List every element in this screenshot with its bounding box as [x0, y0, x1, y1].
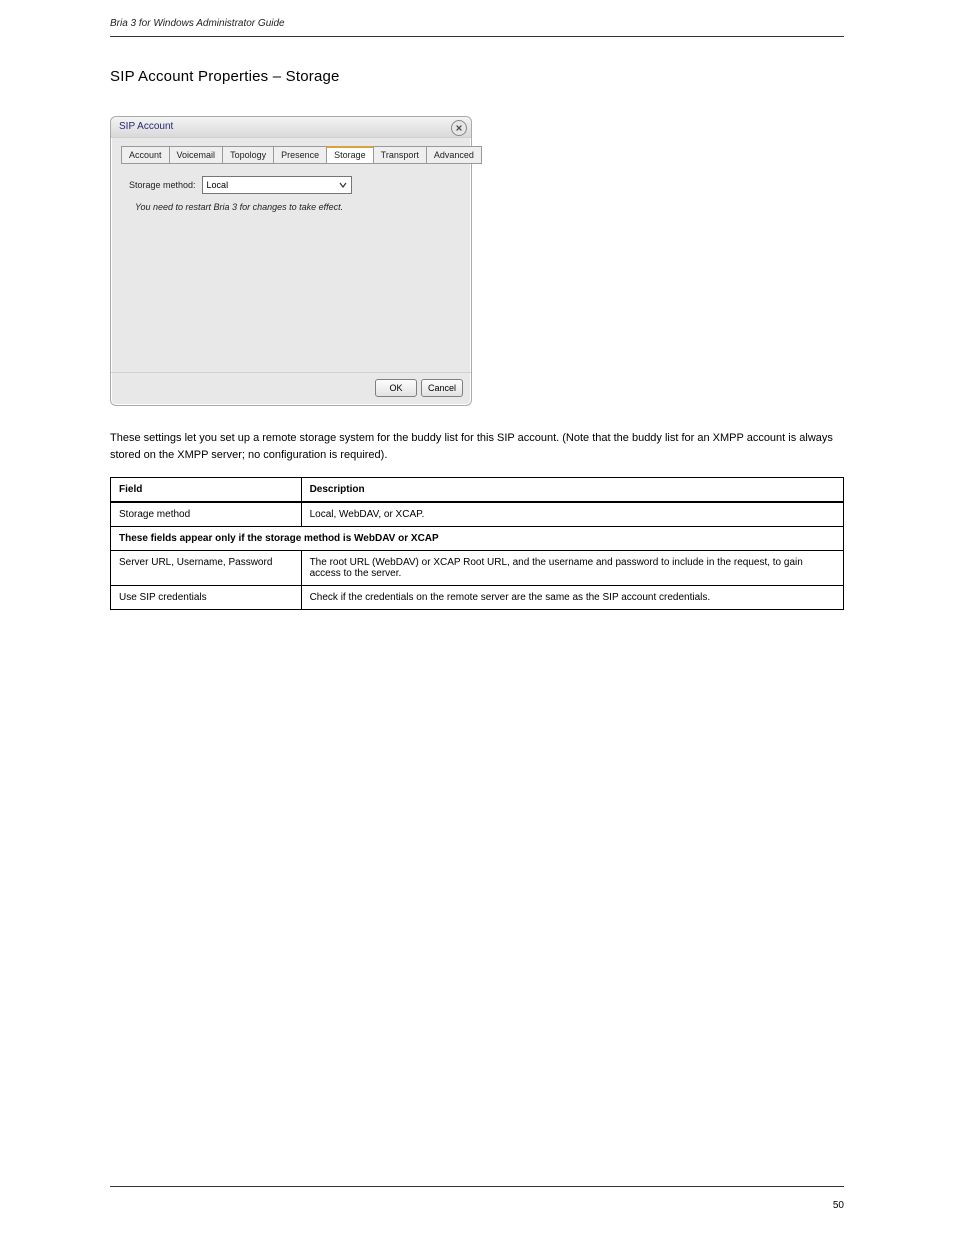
- cell-desc: Check if the credentials on the remote s…: [301, 586, 843, 610]
- tab-presence[interactable]: Presence: [273, 146, 327, 164]
- cell-desc: Local, WebDAV, or XCAP.: [301, 502, 843, 527]
- storage-method-label: Storage method:: [129, 180, 196, 190]
- cancel-button[interactable]: Cancel: [421, 379, 463, 397]
- page-number: 50: [110, 1200, 844, 1211]
- tab-topology[interactable]: Topology: [222, 146, 274, 164]
- cell-field: Storage method: [111, 502, 302, 527]
- intro-paragraph: These settings let you set up a remote s…: [110, 430, 844, 463]
- footer-rule: [110, 1186, 844, 1187]
- cell-field: Server URL, Username, Password: [111, 551, 302, 586]
- tab-storage[interactable]: Storage: [326, 146, 374, 164]
- tab-advanced[interactable]: Advanced: [426, 146, 482, 164]
- tab-voicemail[interactable]: Voicemail: [169, 146, 224, 164]
- cell-section: These fields appear only if the storage …: [111, 527, 844, 551]
- sip-account-dialog: SIP Account Account Voicemail Topology P…: [110, 116, 472, 406]
- storage-method-select[interactable]: Local: [202, 176, 352, 194]
- dialog-tabs: Account Voicemail Topology Presence Stor…: [121, 146, 461, 164]
- fields-table: Field Description Storage method Local, …: [110, 477, 844, 610]
- header-rule: [110, 36, 844, 37]
- table-row: Use SIP credentials Check if the credent…: [111, 586, 844, 610]
- th-field: Field: [111, 478, 302, 503]
- table-row: Server URL, Username, Password The root …: [111, 551, 844, 586]
- tab-account[interactable]: Account: [121, 146, 170, 164]
- cell-desc: The root URL (WebDAV) or XCAP Root URL, …: [301, 551, 843, 586]
- restart-hint: You need to restart Bria 3 for changes t…: [135, 202, 447, 212]
- section-heading: SIP Account Properties – Storage: [110, 68, 340, 85]
- tab-transport[interactable]: Transport: [373, 146, 427, 164]
- storage-method-value: Local: [207, 180, 229, 190]
- chevron-down-icon: [337, 179, 349, 191]
- dialog-titlebar[interactable]: SIP Account: [111, 117, 471, 138]
- th-desc: Description: [301, 478, 843, 503]
- header-doc-title: Bria 3 for Windows Administrator Guide: [110, 18, 285, 29]
- close-icon[interactable]: [451, 120, 467, 136]
- ok-button[interactable]: OK: [375, 379, 417, 397]
- table-row: Storage method Local, WebDAV, or XCAP.: [111, 502, 844, 527]
- cell-field: Use SIP credentials: [111, 586, 302, 610]
- table-section-row: These fields appear only if the storage …: [111, 527, 844, 551]
- dialog-title-text: SIP Account: [119, 121, 173, 132]
